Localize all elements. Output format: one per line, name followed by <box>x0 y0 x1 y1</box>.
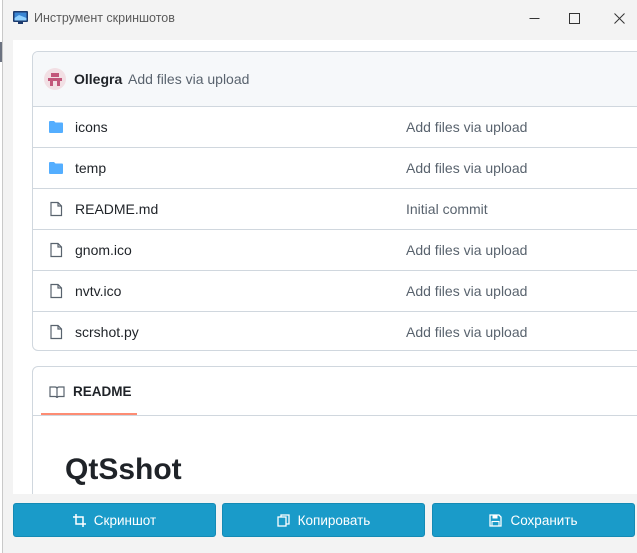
file-icon <box>50 324 63 340</box>
save-label: Сохранить <box>510 512 578 528</box>
folder-icon <box>49 121 63 133</box>
commit-message[interactable]: Add files via upload <box>128 71 249 87</box>
file-commit-message[interactable]: Initial commit <box>406 201 488 217</box>
readme-tab-label: README <box>73 384 132 399</box>
screenshot-button[interactable]: Скриншот <box>13 503 216 537</box>
app-window: Инструмент скриншотов Ollegra Add files … <box>2 0 637 553</box>
readme-heading: QtSshot <box>65 453 182 486</box>
copy-button[interactable]: Копировать <box>222 503 425 537</box>
file-row-nvtv[interactable]: nvtv.ico Add files via upload <box>33 271 637 312</box>
file-commit-message[interactable]: Add files via upload <box>406 283 527 299</box>
file-list: Ollegra Add files via upload icons Add f… <box>32 51 637 351</box>
file-row-temp[interactable]: temp Add files via upload <box>33 148 637 189</box>
crop-icon <box>72 513 86 527</box>
avatar <box>44 68 66 90</box>
file-commit-message[interactable]: Add files via upload <box>406 324 527 340</box>
save-icon <box>489 513 503 527</box>
file-icon <box>50 283 63 299</box>
folder-icon <box>49 162 63 174</box>
file-row-gnom[interactable]: gnom.ico Add files via upload <box>33 230 637 271</box>
maximize-icon <box>568 12 580 24</box>
file-row-scrshot[interactable]: scrshot.py Add files via upload <box>33 312 637 350</box>
file-name[interactable]: scrshot.py <box>75 324 139 340</box>
latest-commit-row: Ollegra Add files via upload <box>33 52 637 107</box>
save-button[interactable]: Сохранить <box>432 503 635 537</box>
maximize-button[interactable] <box>551 0 597 36</box>
commit-author[interactable]: Ollegra <box>74 71 122 87</box>
screenshot-label: Скриншот <box>93 512 157 528</box>
file-name[interactable]: gnom.ico <box>75 242 132 258</box>
avatar-image <box>48 73 62 86</box>
close-button[interactable] <box>596 0 637 36</box>
file-name[interactable]: temp <box>75 160 106 176</box>
active-tab-underline <box>41 413 137 415</box>
close-icon <box>613 12 625 24</box>
file-row-readme[interactable]: README.md Initial commit <box>33 189 637 230</box>
toolbar: Скриншот Копировать Сохранить <box>13 503 637 539</box>
file-row-icons[interactable]: icons Add files via upload <box>33 107 637 148</box>
file-icon <box>50 201 63 217</box>
copy-icon <box>276 513 290 527</box>
readme-tab[interactable]: README <box>33 367 637 416</box>
readme-panel: README QtSshot <box>32 366 637 494</box>
copy-label: Копировать <box>297 512 371 528</box>
title-bar: Инструмент скриншотов <box>3 0 637 38</box>
screenshot-preview: Ollegra Add files via upload icons Add f… <box>13 40 637 494</box>
file-name[interactable]: README.md <box>75 201 158 217</box>
file-commit-message[interactable]: Add files via upload <box>406 160 527 176</box>
app-icon <box>13 11 28 24</box>
book-icon <box>49 386 65 399</box>
file-icon <box>50 242 63 258</box>
file-commit-message[interactable]: Add files via upload <box>406 119 527 135</box>
minimize-icon <box>529 17 539 19</box>
file-commit-message[interactable]: Add files via upload <box>406 242 527 258</box>
file-name[interactable]: nvtv.ico <box>75 283 121 299</box>
file-name[interactable]: icons <box>75 119 108 135</box>
window-title: Инструмент скриншотов <box>34 11 175 25</box>
